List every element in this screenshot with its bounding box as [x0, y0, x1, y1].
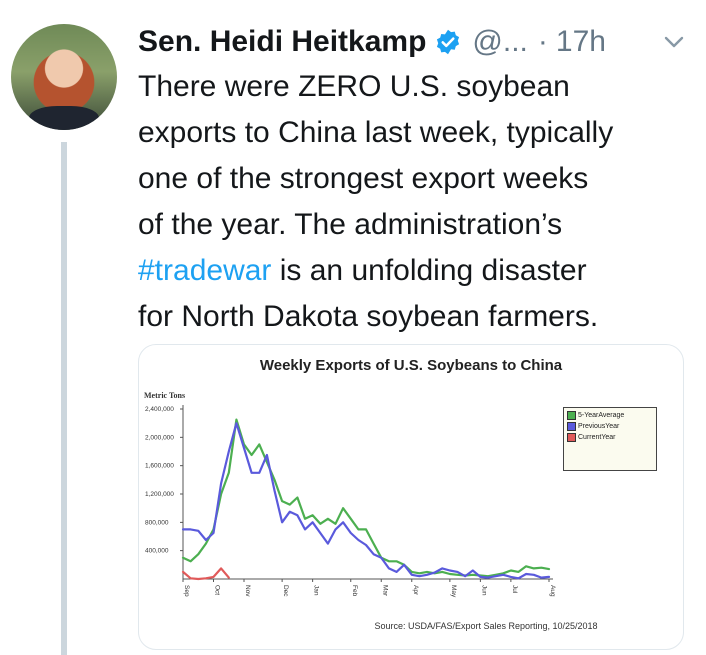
- legend-label: 5-YearAverage: [578, 412, 625, 419]
- tweet-line: exports to China last week, typically: [138, 116, 614, 149]
- x-tick-label: Mar: [381, 585, 388, 597]
- tweet-line: There were ZERO U.S. soybean: [138, 70, 570, 103]
- author-name[interactable]: Sen. Heidi Heitkamp: [138, 25, 426, 59]
- x-tick-label: Sep: [183, 585, 190, 597]
- legend-item: 5-YearAverage: [567, 410, 653, 421]
- tweet-header: Sen. Heidi Heitkamp @... · 17h: [138, 22, 686, 62]
- legend-item: PreviousYear: [567, 421, 653, 432]
- series-line-1: [181, 418, 551, 578]
- x-tick-label: May: [450, 585, 457, 598]
- legend-swatch: [567, 422, 576, 431]
- y-tick-label: 400,000: [145, 548, 169, 555]
- y-tick-label: 1,200,000: [145, 491, 174, 498]
- profile-avatar[interactable]: [11, 24, 117, 130]
- x-tick-label: Jul: [511, 585, 518, 594]
- chevron-down-icon[interactable]: [662, 30, 686, 54]
- legend-swatch: [567, 433, 576, 442]
- y-tick-label: 2,400,000: [145, 406, 174, 413]
- tweet-line: #tradewar is an unfolding disaster: [138, 248, 698, 294]
- chart-source: Source: USDA/FAS/Export Sales Reporting,…: [374, 621, 598, 631]
- y-tick-label: 800,000: [145, 519, 169, 526]
- chart-plot: 2,400,000 2,000,000 1,600,000 1,200,000 800,…: [145, 405, 556, 598]
- x-tick-label: Oct: [214, 585, 221, 595]
- hashtag-link[interactable]: #tradewar: [138, 254, 271, 287]
- tweet-timestamp[interactable]: 17h: [556, 25, 606, 59]
- chart-legend: 5-YearAverage PreviousYear CurrentYear: [563, 407, 657, 471]
- tweet-line: of the year. The administration’s: [138, 208, 563, 241]
- tweet-line: one of the strongest export weeks: [138, 162, 589, 195]
- x-tick-label: Nov: [244, 585, 251, 597]
- series-line-2: [181, 422, 551, 580]
- tweet-line-rest: is an unfolding disaster: [271, 254, 587, 287]
- tweet-line: for North Dakota soybean farmers.: [138, 300, 599, 333]
- x-tick-label: Apr: [412, 585, 419, 596]
- x-tick-label: Aug: [549, 585, 556, 597]
- avatar-shirt: [29, 106, 99, 130]
- x-tick-label: Dec: [282, 585, 289, 597]
- author-handle[interactable]: @...: [472, 25, 527, 59]
- tweet-media-chart[interactable]: Weekly Exports of U.S. Soybeans to China…: [138, 344, 684, 650]
- thread-line: [61, 142, 67, 655]
- legend-label: CurrentYear: [578, 434, 616, 441]
- y-tick-label: 2,000,000: [145, 434, 174, 441]
- x-tick-label: Feb: [351, 585, 358, 597]
- separator-dot: ·: [537, 25, 548, 58]
- legend-item: CurrentYear: [567, 432, 653, 443]
- legend-label: PreviousYear: [578, 423, 620, 430]
- verified-badge-icon: [434, 28, 462, 56]
- series-line-3: [181, 567, 230, 581]
- legend-swatch: [567, 411, 576, 420]
- tweet-text: There were ZERO U.S. soybean exports to …: [138, 64, 698, 340]
- y-tick-label: 1,600,000: [145, 463, 174, 470]
- x-tick-label: Jun: [480, 585, 487, 596]
- x-tick-label: Jan: [313, 585, 320, 596]
